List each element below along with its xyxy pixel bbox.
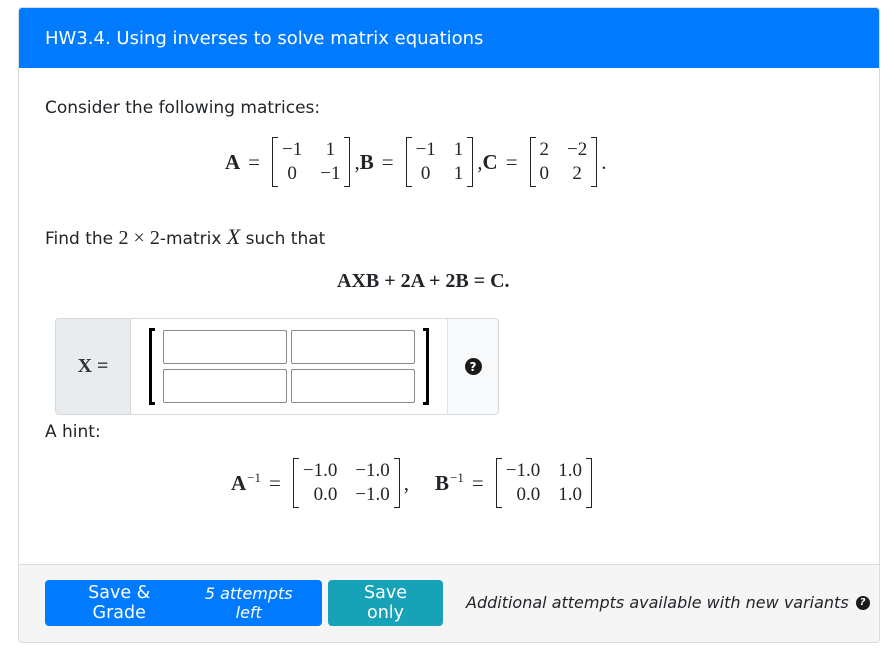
- matrix-b: −1 1 0 1: [405, 137, 474, 187]
- matrix-entry: 0: [420, 163, 431, 184]
- intro-text: Consider the following matrices:: [45, 98, 321, 118]
- matrix-entry: 1: [453, 163, 464, 184]
- right-bracket: [423, 328, 429, 405]
- matrix-entry: 2: [572, 163, 582, 184]
- matrix-entry: 2: [539, 139, 550, 160]
- equation: AXB + 2A + 2B = C.: [337, 270, 510, 293]
- save-and-grade-label: Save & Grade: [88, 583, 151, 623]
- answer-input-group: X = ?: [55, 318, 499, 415]
- hint-matrix-b-inverse: −1.0 1.0 0.0 1.0: [495, 458, 592, 508]
- matrix-b-entries: −1 1 0 1: [412, 137, 468, 187]
- right-bracket: [393, 458, 400, 508]
- answer-label-box: X =: [56, 319, 131, 414]
- attempts-left: 5 attempts left: [204, 584, 293, 622]
- matrix-entry: 1: [325, 139, 336, 160]
- matrix-entry: −1.0: [302, 460, 338, 481]
- answer-matrix: [131, 319, 447, 414]
- answer-label: X =: [77, 355, 109, 377]
- left-bracket: [149, 328, 155, 405]
- hint-b-sup: −1: [450, 470, 464, 485]
- matrix-b-name: B: [359, 149, 374, 174]
- find-var: X: [226, 224, 241, 249]
- matrix-entry: 1.0: [558, 484, 582, 505]
- matrix-entry: −1: [415, 139, 436, 160]
- hint-b-letter: B: [435, 471, 450, 495]
- equals-sign: =: [269, 470, 281, 495]
- hint-b-name: B−1: [435, 470, 464, 496]
- answer-cells: [163, 330, 415, 403]
- question-header: HW3.4. Using inverses to solve matrix eq…: [19, 8, 879, 68]
- find-math-dims: 2 × 2: [118, 227, 160, 249]
- find-text-mid: -matrix: [159, 229, 227, 249]
- given-matrices: A = −1 1 0 −1 , B = −1 1 0 1 , C = 2 −2 …: [225, 137, 607, 187]
- hint-a-name: A−1: [231, 470, 261, 496]
- matrix-entry: −1: [320, 163, 341, 184]
- separator: .: [601, 149, 607, 174]
- matrix-c-entries: 2 −2 0 2: [536, 137, 592, 187]
- equals-sign: =: [505, 149, 518, 174]
- attempts-note-text: Additional attempts available with new v…: [466, 593, 849, 612]
- matrix-entry: −1.0: [355, 460, 390, 481]
- hint-matrix-a-inverse: −1.0 −1.0 0.0 −1.0: [292, 458, 400, 508]
- matrix-c-name: C: [482, 149, 498, 174]
- matrix-entry: 1.0: [558, 460, 582, 481]
- attempts-note: Additional attempts available with new v…: [466, 593, 870, 612]
- hint-b-entries: −1.0 1.0 0.0 1.0: [502, 458, 586, 508]
- question-circle-icon[interactable]: ?: [855, 595, 870, 610]
- matrix-a-entries: −1 1 0 −1: [278, 137, 344, 187]
- right-bracket: [591, 137, 598, 187]
- question-body: Consider the following matrices: A = −1 …: [19, 68, 879, 565]
- hint-a-letter: A: [231, 471, 247, 495]
- answer-cell-1-1[interactable]: [163, 330, 287, 364]
- equals-sign: =: [248, 149, 261, 174]
- right-bracket: [585, 458, 592, 508]
- find-text-post: such that: [240, 229, 326, 249]
- find-text: Find the 2 × 2-matrix X such that: [45, 224, 325, 250]
- matrix-entry: −2: [567, 139, 588, 160]
- save-only-button[interactable]: Save only: [328, 580, 443, 626]
- answer-cell-2-1[interactable]: [163, 369, 287, 403]
- right-bracket: [344, 137, 351, 187]
- hint-matrices: A−1 = −1.0 −1.0 0.0 −1.0 , B−1 = −1.0 1.…: [231, 458, 596, 508]
- equals-sign: =: [381, 149, 394, 174]
- matrix-entry: −1.0: [355, 484, 390, 505]
- matrix-c: 2 −2 0 2: [529, 137, 598, 187]
- matrix-a: −1 1 0 −1: [272, 137, 351, 187]
- matrix-entry: 1: [453, 139, 464, 160]
- matrix-a-name: A: [225, 149, 241, 174]
- matrix-entry: 0.0: [516, 484, 541, 505]
- matrix-entry: 0: [287, 163, 297, 184]
- matrix-entry: −1.0: [505, 460, 541, 481]
- hint-a-sup: −1: [247, 470, 262, 485]
- answer-help[interactable]: ?: [447, 319, 498, 414]
- find-text-pre: Find the: [45, 229, 119, 249]
- right-bracket: [467, 137, 474, 187]
- hint-a-entries: −1.0 −1.0 0.0 −1.0: [299, 458, 394, 508]
- question-title: HW3.4. Using inverses to solve matrix eq…: [45, 27, 484, 49]
- save-and-grade-button[interactable]: Save & Grade 5 attempts left: [45, 580, 322, 626]
- equation-text: AXB + 2A + 2B = C.: [337, 270, 510, 292]
- hint-label: A hint:: [45, 422, 101, 442]
- answer-cell-2-2[interactable]: [291, 369, 415, 403]
- matrix-entry: 0: [539, 163, 550, 184]
- question-card: HW3.4. Using inverses to solve matrix eq…: [18, 7, 880, 643]
- equals-sign: =: [471, 470, 484, 495]
- question-circle-icon[interactable]: ?: [464, 358, 482, 375]
- separator: ,: [403, 470, 410, 495]
- answer-cell-1-2[interactable]: [291, 330, 415, 364]
- matrix-entry: 0.0: [313, 484, 338, 505]
- matrix-entry: −1: [282, 139, 303, 160]
- question-footer: Save & Grade 5 attempts left Save only A…: [19, 565, 879, 642]
